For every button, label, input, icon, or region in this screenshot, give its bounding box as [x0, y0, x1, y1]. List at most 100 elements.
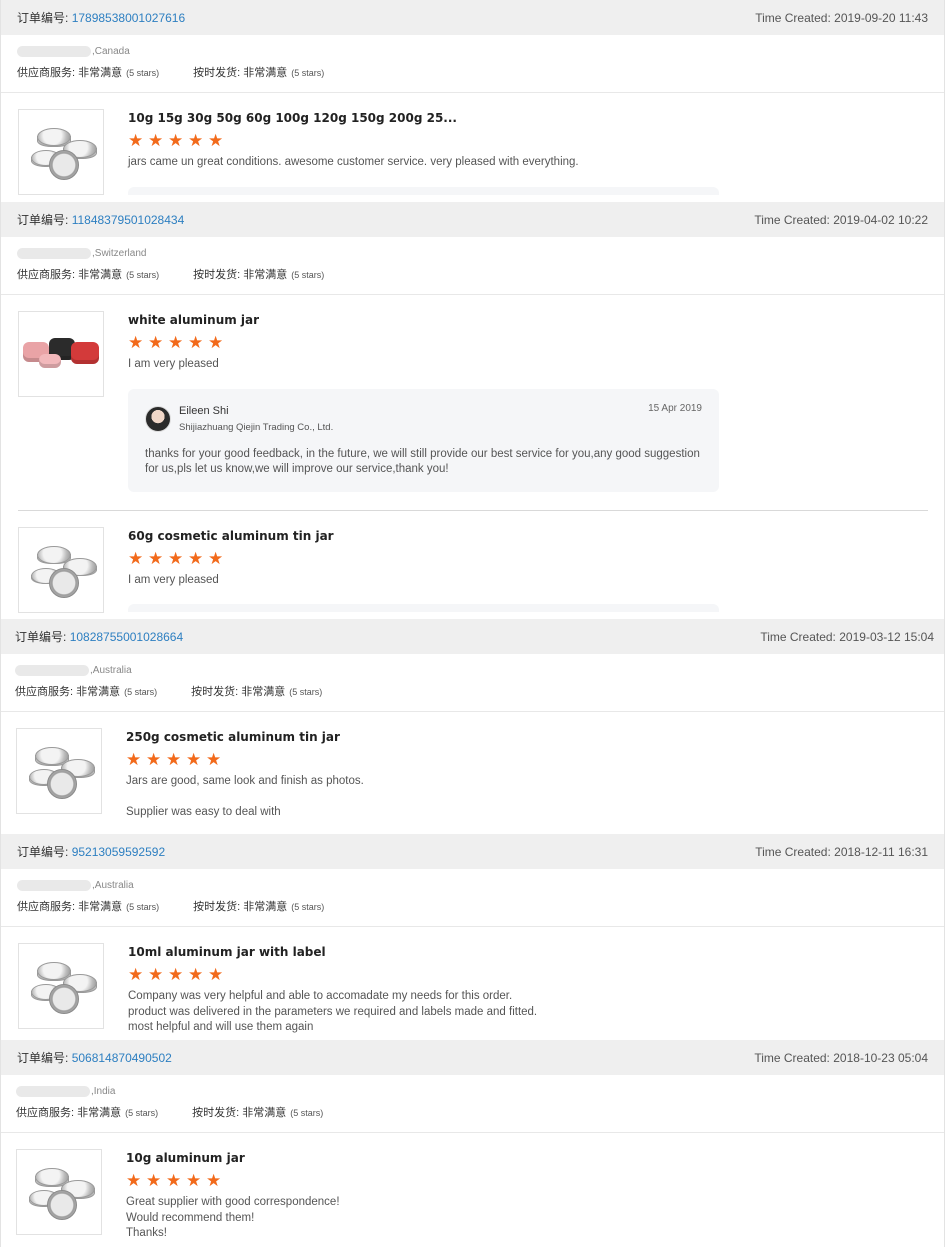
star-icon: ★ — [148, 333, 164, 352]
product-title[interactable]: white aluminum jar — [128, 311, 728, 329]
open-jar — [47, 769, 77, 799]
product-review: 250g cosmetic aluminum tin jar ★ ★ ★ ★ ★ Jar… — [1, 712, 944, 821]
on-time-label: 按时发货: — [192, 1107, 240, 1119]
order-number-label: 订单编号: — [17, 11, 69, 25]
order-number-link[interactable]: 506814870490502 — [72, 1051, 172, 1065]
on-time-value: 非常满意 — [242, 1107, 287, 1119]
rating-stars: ★ ★ ★ ★ ★ — [128, 333, 728, 352]
product-image[interactable] — [18, 109, 104, 195]
seller-name: Eileen Shi — [179, 404, 229, 417]
time-created-label: Time Created: — [754, 1050, 830, 1065]
star-icon: ★ — [168, 131, 184, 150]
star-icon: ★ — [186, 750, 202, 769]
star-icon: ★ — [126, 750, 142, 769]
buyer-info: ,Switzerland 供应商服务: 非常满意 (5 stars) 按时发货: … — [1, 237, 944, 295]
product-image[interactable] — [18, 943, 104, 1029]
star-icon: ★ — [146, 1171, 162, 1190]
rating-stars: ★ ★ ★ ★ ★ — [126, 1171, 726, 1190]
buyer-name-blurred — [17, 247, 91, 259]
product-review: white aluminum jar ★ ★ ★ ★ ★ I am very pleas… — [1, 295, 944, 492]
time-created-label: Time Created: — [755, 10, 831, 25]
supplier-service-label: 供应商服务: — [17, 67, 76, 79]
order-card: 订单编号: 11848379501028434 Time Created: 20… — [0, 202, 945, 619]
buyer-name-blurred — [15, 664, 89, 676]
order-number-link[interactable]: 17898538001027616 — [72, 11, 185, 25]
order-header: 订单编号: 10828755001028664 Time Created: 20… — [1, 619, 944, 654]
on-time-value: 非常满意 — [241, 686, 286, 698]
seller-reply: Eileen Shi Shijiazhuang Qiejin Trading C… — [128, 388, 719, 492]
product-title[interactable]: 10ml aluminum jar with label — [128, 943, 728, 961]
product-image[interactable] — [18, 311, 104, 397]
order-number-label: 订单编号: — [17, 1051, 69, 1065]
buyer-info: ,Australia 供应商服务: 非常满意 (5 stars) 按时发货: 非常… — [1, 869, 944, 927]
seller-avatar — [145, 405, 171, 432]
buyer-name-blurred — [17, 45, 91, 57]
on-time-label: 按时发货: — [193, 901, 241, 913]
product-image[interactable] — [16, 1149, 102, 1235]
star-icon: ★ — [128, 548, 144, 568]
colored-jar — [71, 342, 99, 364]
review-comment: jars came un great conditions. awesome c… — [128, 156, 579, 168]
order-number-link[interactable]: 11848379501028434 — [72, 213, 185, 227]
supplier-service-value: 非常满意 — [78, 67, 123, 79]
order-number-label: 订单编号: — [17, 845, 69, 859]
buyer-country: ,India — [91, 1085, 116, 1097]
supplier-service-label: 供应商服务: — [17, 901, 76, 913]
reply-box-collapsed — [128, 186, 719, 195]
product-title[interactable]: 250g cosmetic aluminum tin jar — [126, 728, 726, 746]
supplier-service-value: 非常满意 — [77, 1107, 122, 1119]
on-time-label: 按时发货: — [193, 67, 241, 79]
buyer-info: ,India 供应商服务: 非常满意 (5 stars) 按时发货: 非常满意 (5… — [1, 1075, 944, 1133]
product-title[interactable]: 10g aluminum jar — [126, 1149, 726, 1167]
on-time-value: 非常满意 — [243, 901, 288, 913]
seller-company: Shijiazhuang Qiejin Trading Co., Ltd. — [179, 421, 334, 433]
order-header: 订单编号: 95213059592592 Time Created: 2018-… — [1, 834, 944, 869]
star-icon: ★ — [188, 131, 204, 150]
time-created-value: 2019-09-20 11:43 — [834, 10, 928, 25]
product-review: 10g 15g 30g 50g 60g 100g 120g 150g 200g … — [1, 93, 944, 195]
supplier-service-stars: (5 stars) — [126, 68, 160, 78]
star-icon: ★ — [206, 750, 222, 769]
order-number-link[interactable]: 10828755001028664 — [70, 630, 183, 644]
review-comment: I am very pleased — [128, 573, 219, 586]
on-time-stars: (5 stars) — [289, 687, 323, 697]
product-title[interactable]: 10g 15g 30g 50g 60g 100g 120g 150g 200g … — [128, 109, 728, 127]
star-icon: ★ — [168, 965, 184, 984]
open-jar — [47, 1190, 77, 1220]
on-time-label: 按时发货: — [191, 686, 239, 698]
star-icon: ★ — [208, 548, 224, 568]
on-time-stars: (5 stars) — [291, 270, 325, 280]
time-created-label: Time Created: — [760, 629, 836, 644]
product-title[interactable]: 60g cosmetic aluminum tin jar — [128, 527, 728, 545]
supplier-service-value: 非常满意 — [78, 901, 123, 913]
order-card: 订单编号: 17898538001027616 Time Created: 20… — [0, 0, 945, 202]
reply-text: thanks for your good feedback, in the fu… — [145, 447, 700, 476]
star-icon: ★ — [128, 131, 144, 150]
star-icon: ★ — [128, 333, 144, 352]
supplier-service-label: 供应商服务: — [16, 1107, 75, 1119]
buyer-country: ,Switzerland — [92, 247, 147, 259]
reply-date: 15 Apr 2019 — [648, 402, 702, 414]
order-number-label: 订单编号: — [17, 213, 69, 227]
rating-stars: ★ ★ ★ ★ ★ — [128, 131, 728, 150]
product-review: 60g cosmetic aluminum tin jar ★ ★ ★ ★ ★ I am… — [1, 511, 944, 613]
star-icon: ★ — [148, 965, 164, 984]
product-image[interactable] — [16, 728, 102, 814]
star-icon: ★ — [126, 1171, 142, 1190]
reply-box-collapsed — [128, 604, 719, 612]
supplier-service-stars: (5 stars) — [126, 270, 160, 280]
on-time-label: 按时发货: — [193, 269, 241, 281]
rating-stars: ★ ★ ★ ★ ★ — [128, 965, 728, 984]
time-created-label: Time Created: — [755, 844, 831, 859]
product-image[interactable] — [18, 526, 104, 613]
star-icon: ★ — [128, 965, 144, 984]
order-number-label: 订单编号: — [15, 630, 67, 644]
review-comment: Jars are good, same look and finish as p… — [126, 775, 364, 818]
on-time-stars: (5 stars) — [290, 1108, 324, 1118]
supplier-service-stars: (5 stars) — [126, 902, 160, 912]
order-header: 订单编号: 17898538001027616 Time Created: 20… — [1, 0, 944, 35]
order-number-link[interactable]: 95213059592592 — [72, 845, 165, 859]
on-time-stars: (5 stars) — [291, 902, 325, 912]
star-icon: ★ — [208, 131, 224, 150]
buyer-info: ,Australia 供应商服务: 非常满意 (5 stars) 按时发货: 非常… — [1, 654, 944, 712]
